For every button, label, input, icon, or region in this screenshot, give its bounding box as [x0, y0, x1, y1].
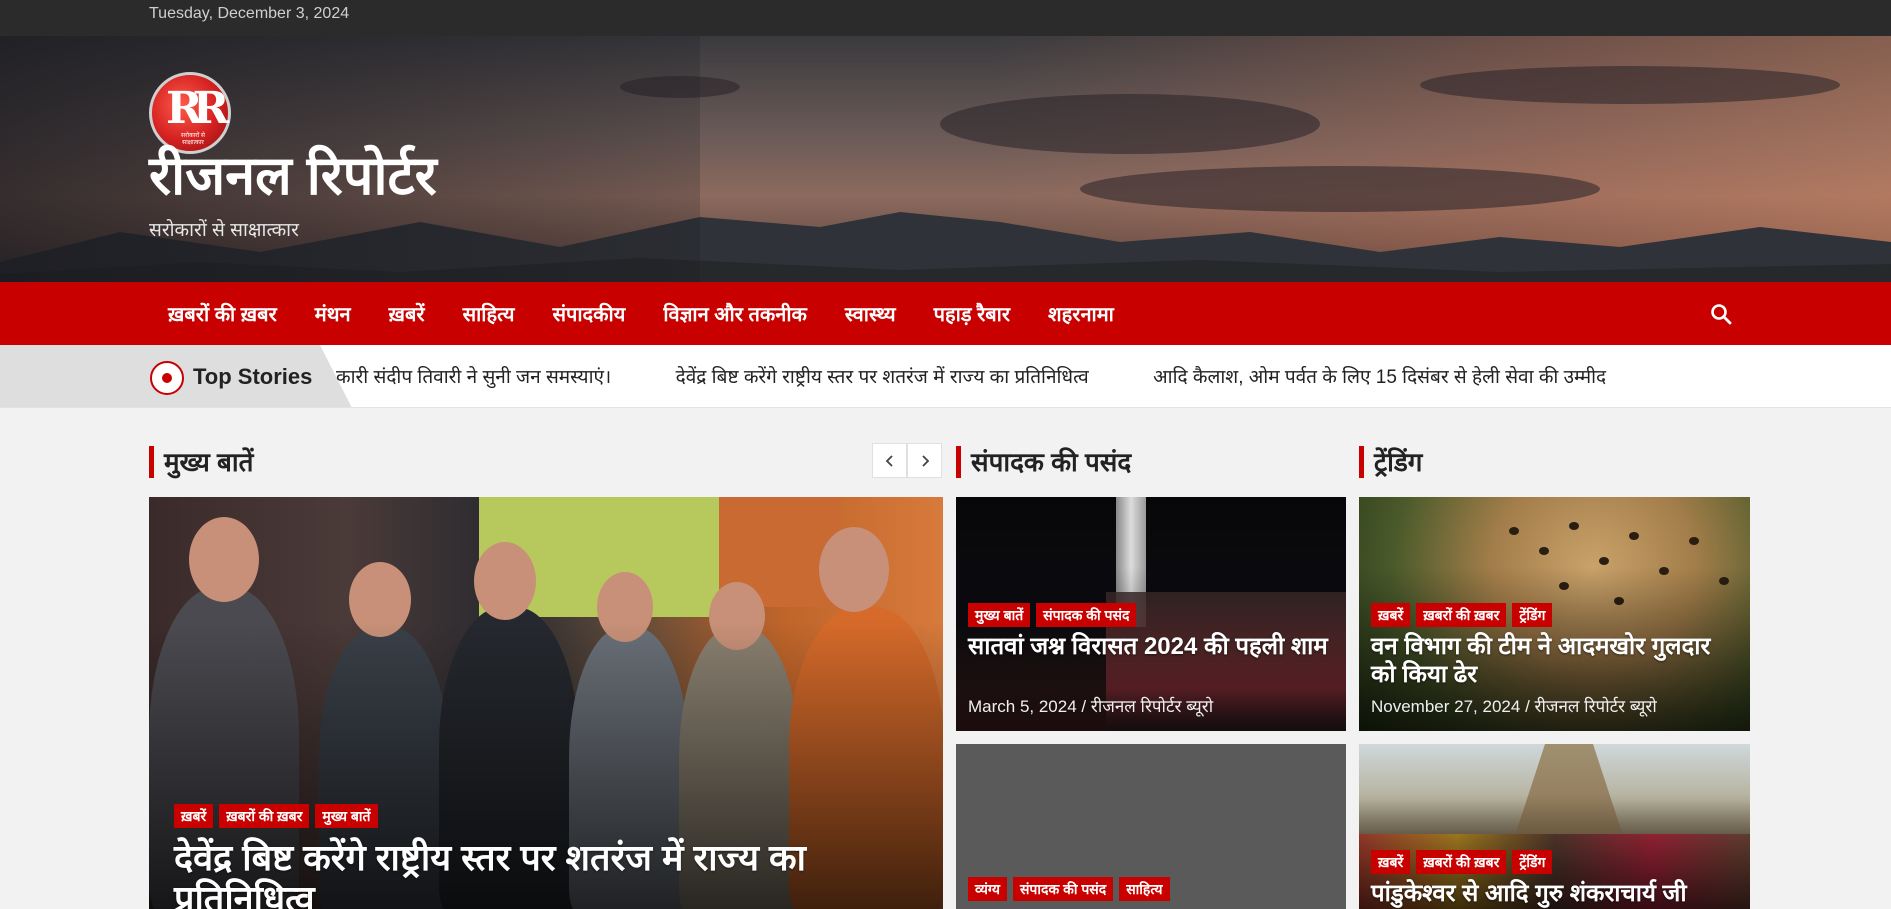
photo-spot	[1629, 532, 1639, 540]
post-date[interactable]: November 27, 2024	[1371, 697, 1520, 716]
nav-item-swasthya[interactable]: स्वास्थ्य	[826, 282, 915, 345]
nav-item-khabron-ki-khabar[interactable]: ख़बरों की ख़बर	[149, 282, 296, 345]
category-badge[interactable]: ख़बरों की ख़बर	[1416, 850, 1507, 874]
top-bar: Tuesday, December 3, 2024	[0, 0, 1891, 36]
editors-pick-card[interactable]: मुख्य बातें संपादक की पसंद सातवां जश्न व…	[956, 497, 1346, 731]
ticker-track: कारी संदीप तिवारी ने सुनी जन समस्याएं। द…	[336, 363, 1736, 393]
site-title[interactable]: रीजनल रिपोर्टर	[149, 149, 437, 203]
section-heading-editors-pick: संपादक की पसंद	[956, 446, 1131, 478]
category-badge[interactable]: संपादक की पसंद	[1036, 603, 1137, 627]
photo-person-head	[819, 527, 889, 612]
editors-pick-title[interactable]: सातवां जश्न विरासत 2024 की पहली शाम	[968, 633, 1328, 661]
category-badge[interactable]: साहित्य	[1119, 877, 1170, 901]
logo-monogram: RR	[166, 83, 229, 134]
category-badge[interactable]: ख़बरों की ख़बर	[1416, 603, 1507, 627]
trending-categories: ख़बरें ख़बरों की ख़बर ट्रेंडिंग	[1371, 603, 1553, 627]
ticker-item[interactable]: कारी संदीप तिवारी ने सुनी जन समस्याएं।	[336, 363, 611, 389]
category-badge[interactable]: ट्रेंडिंग	[1512, 850, 1553, 874]
search-icon[interactable]	[1709, 302, 1733, 326]
nav-item-sampadakiya[interactable]: संपादकीय	[533, 282, 644, 345]
trending-title[interactable]: वन विभाग की टीम ने आदमखोर गुलदार को किया…	[1371, 633, 1731, 688]
photo-spot	[1599, 557, 1609, 565]
photo-spot	[1689, 537, 1699, 545]
featured-article-title[interactable]: देवेंद्र बिष्ट करेंगे राष्ट्रीय स्तर पर …	[174, 837, 914, 909]
section-heading-main: मुख्य बातें	[149, 446, 253, 478]
site-logo[interactable]: RR सरोकारों से साक्षात्कार	[149, 72, 231, 154]
post-author[interactable]: रीजनल रिपोर्टर ब्यूरो	[1091, 697, 1213, 716]
logo-caption: सरोकारों से साक्षात्कार	[181, 133, 205, 146]
meta-separator: /	[1525, 697, 1530, 716]
editors-pick-categories: व्यंग्य संपादक की पसंद साहित्य	[968, 877, 1170, 901]
nav-item-shaharnama[interactable]: शहरनामा	[1029, 282, 1133, 345]
live-dot-icon	[150, 361, 184, 395]
editors-pick-card[interactable]: व्यंग्य संपादक की पसंद साहित्य	[956, 744, 1346, 909]
main-navigation: ख़बरों की ख़बर मंथन ख़बरें साहित्य संपाद…	[0, 282, 1891, 345]
category-badge[interactable]: मुख्य बातें	[968, 603, 1031, 627]
photo-person-head	[189, 517, 259, 602]
editors-pick-categories: मुख्य बातें संपादक की पसंद	[968, 603, 1137, 627]
photo-spot	[1539, 547, 1549, 555]
photo-person-head	[474, 542, 536, 620]
trending-categories: ख़बरें ख़बरों की ख़बर ट्रेंडिंग	[1371, 850, 1553, 874]
category-badge[interactable]: ख़बरें	[174, 804, 214, 828]
trending-card[interactable]: ख़बरें ख़बरों की ख़बर ट्रेंडिंग वन विभाग…	[1359, 497, 1750, 731]
chevron-left-icon	[885, 454, 893, 467]
post-author[interactable]: रीजनल रिपोर्टर ब्यूरो	[1535, 697, 1657, 716]
trending-card[interactable]: ख़बरें ख़बरों की ख़बर ट्रेंडिंग पांडुकेश…	[1359, 744, 1750, 909]
category-badge[interactable]: संपादक की पसंद	[1012, 877, 1114, 901]
photo-spot	[1509, 527, 1519, 535]
trending-title[interactable]: पांडुकेश्वर से आदि गुरु शंकराचार्य जी	[1371, 880, 1741, 908]
slider-next-button[interactable]	[907, 443, 942, 478]
slider-controls	[872, 443, 942, 478]
category-badge[interactable]: ख़बरों की ख़बर	[219, 804, 310, 828]
top-stories-ticker: Top Stories कारी संदीप तिवारी ने सुनी जन…	[0, 345, 1891, 408]
ticker-label: Top Stories	[193, 364, 313, 389]
category-badge[interactable]: ख़बरें	[1371, 603, 1411, 627]
category-badge[interactable]: मुख्य बातें	[315, 804, 378, 828]
slider-prev-button[interactable]	[872, 443, 907, 478]
editors-pick-meta: March 5, 2024 / रीजनल रिपोर्टर ब्यूरो	[968, 694, 1213, 717]
category-badge[interactable]: ख़बरें	[1371, 850, 1411, 874]
meta-separator: /	[1081, 697, 1087, 716]
photo-spot	[1569, 522, 1579, 530]
category-badge[interactable]: ट्रेंडिंग	[1512, 603, 1553, 627]
featured-article-card[interactable]: ख़बरें ख़बरों की ख़बर मुख्य बातें देवेंद…	[149, 497, 943, 909]
header-cloud	[1420, 66, 1840, 104]
header-cloud	[940, 94, 1320, 154]
site-header: RR सरोकारों से साक्षात्कार रीजनल रिपोर्ट…	[0, 36, 1891, 282]
category-badge[interactable]: व्यंग्य	[968, 877, 1007, 901]
nav-item-khabrein[interactable]: ख़बरें	[370, 282, 444, 345]
ticker-item[interactable]: देवेंद्र बिष्ट करेंगे राष्ट्रीय स्तर पर …	[676, 363, 1089, 389]
ticker-item[interactable]: आदि कैलाश, ओम पर्वत के लिए 15 दिसंबर से …	[1153, 363, 1606, 389]
nav-item-pahad-raibar[interactable]: पहाड़ रैबार	[915, 282, 1029, 345]
nav-item-vigyan-aur-taknik[interactable]: विज्ञान और तकनीक	[644, 282, 826, 345]
chevron-right-icon	[921, 454, 929, 467]
trending-meta: November 27, 2024 / रीजनल रिपोर्टर ब्यूर…	[1371, 694, 1657, 717]
nav-item-manthan[interactable]: मंथन	[296, 282, 370, 345]
nav-item-sahitya[interactable]: साहित्य	[444, 282, 534, 345]
current-date: Tuesday, December 3, 2024	[149, 5, 350, 22]
site-tagline: सरोकारों से साक्षात्कार	[149, 220, 299, 241]
nav-menu: ख़बरों की ख़बर मंथन ख़बरें साहित्य संपाद…	[149, 282, 1133, 345]
section-heading-trending: ट्रेंडिंग	[1359, 446, 1422, 478]
post-date[interactable]: March 5, 2024	[968, 697, 1077, 716]
featured-categories: ख़बरें ख़बरों की ख़बर मुख्य बातें	[174, 804, 378, 828]
